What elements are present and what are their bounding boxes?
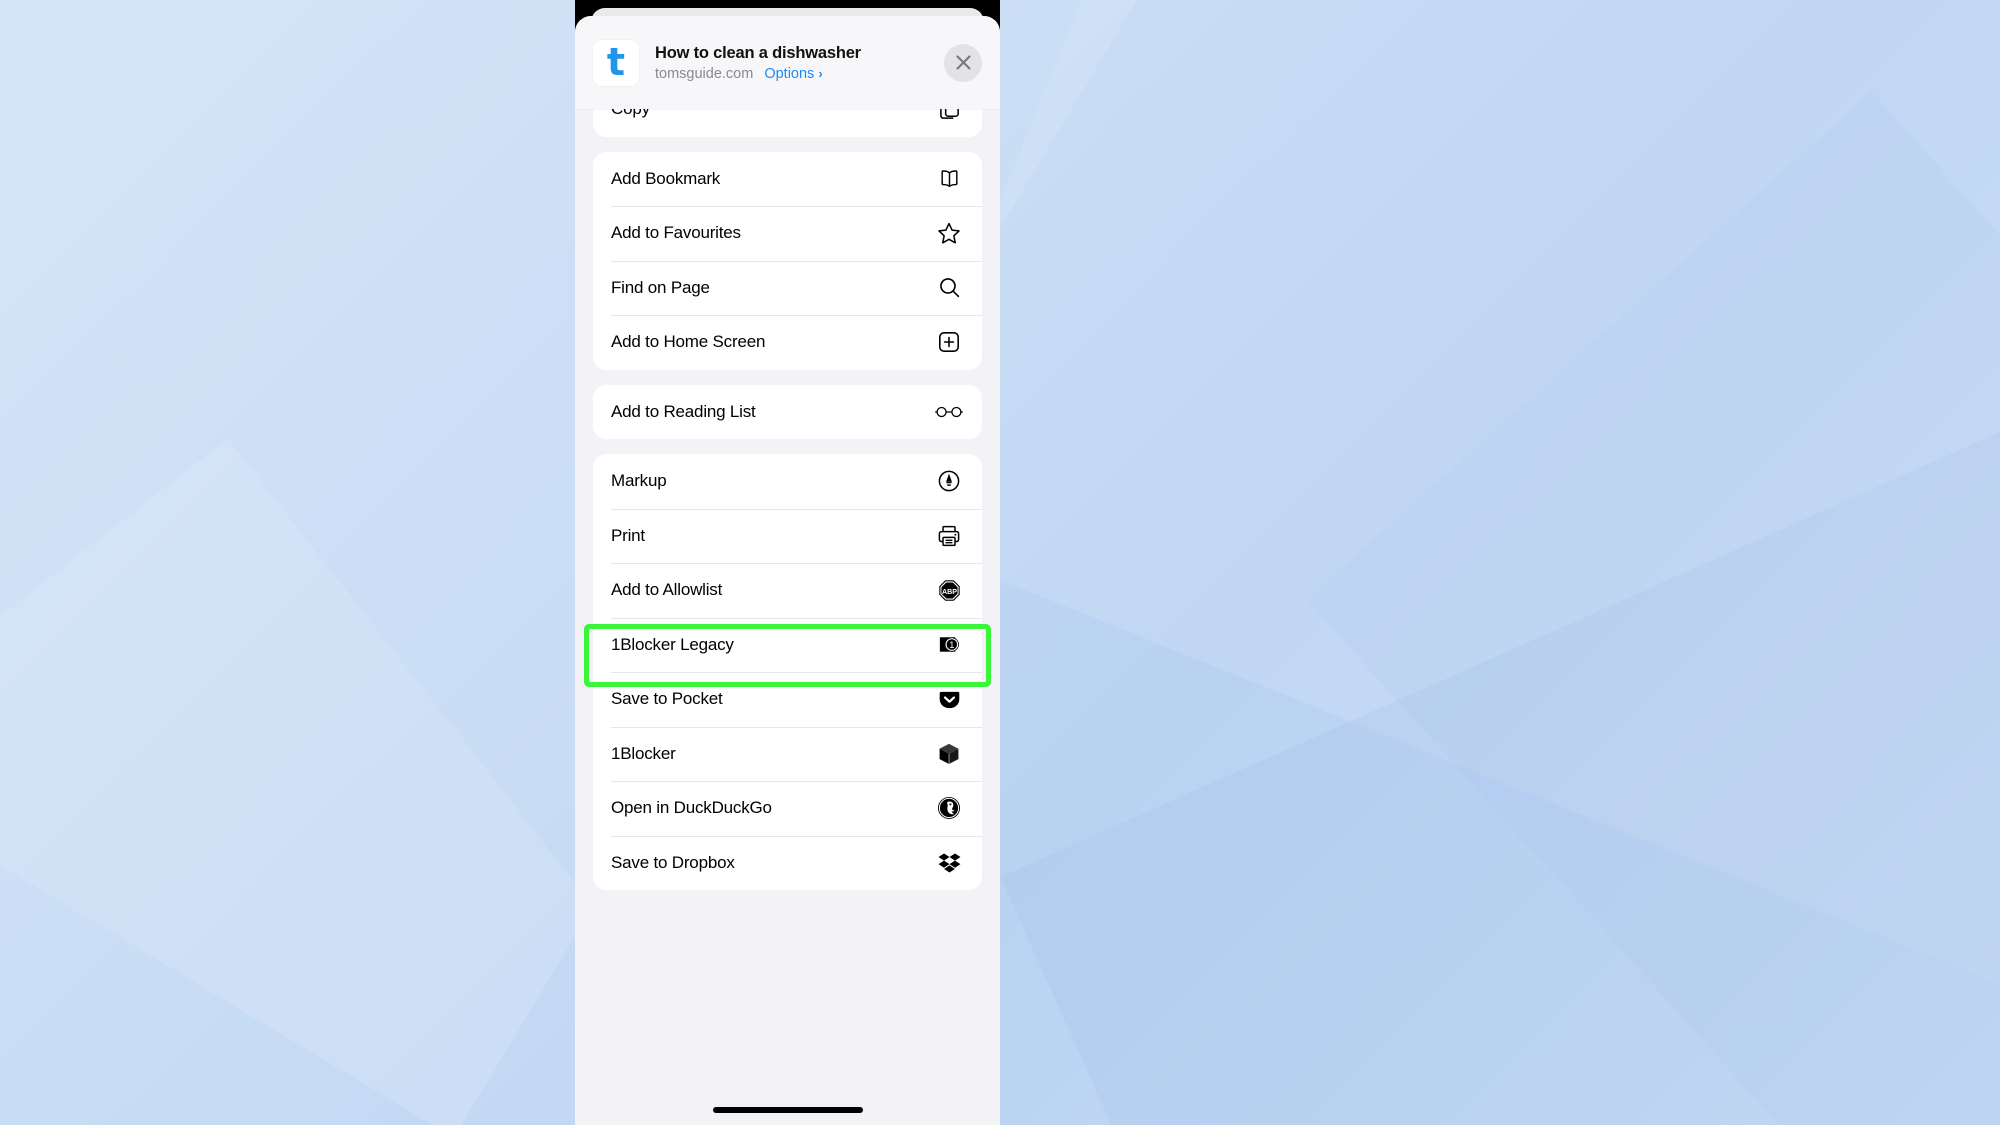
favicon-letter: t [606, 39, 626, 84]
search-icon [934, 273, 964, 303]
list-item-label: Save to Pocket [611, 689, 723, 709]
list-item-label: Add to Favourites [611, 223, 741, 243]
list-item-1blocker-legacy[interactable]: 1Blocker Legacy 1 [593, 617, 982, 673]
list-item-label: 1Blocker Legacy [611, 634, 734, 654]
duckduckgo-icon [934, 793, 964, 823]
close-icon [955, 54, 972, 71]
list-item-label: Add Bookmark [611, 168, 721, 188]
list-item-label: Open in DuckDuckGo [611, 798, 772, 818]
list-item-save-to-pocket[interactable]: Save to Pocket [593, 672, 982, 727]
share-sheet-header-text: How to clean a dishwasher tomsguide.com … [655, 44, 944, 82]
share-sheet-header: t How to clean a dishwasher tomsguide.co… [575, 16, 1000, 109]
options-link[interactable]: Options › [764, 66, 822, 82]
list-item-label: Save to Dropbox [611, 852, 735, 872]
list-item-save-to-dropbox[interactable]: Save to Dropbox [593, 835, 982, 891]
chevron-right-icon: › [818, 66, 823, 81]
book-icon [934, 164, 964, 194]
share-sheet-list[interactable]: Copy Add Bookmark [575, 16, 1000, 1125]
star-icon [934, 218, 964, 248]
abp-icon: ABP [934, 575, 964, 605]
list-item-add-bookmark[interactable]: Add Bookmark [593, 152, 982, 207]
home-indicator [712, 1107, 863, 1113]
list-item-add-to-home-screen[interactable]: Add to Home Screen [593, 315, 982, 370]
list-item-label: 1Blocker [611, 743, 676, 763]
list-item-label: Markup [611, 471, 667, 491]
desktop-wallpaper [0, 0, 2000, 1125]
plus-square-icon [934, 327, 964, 357]
site-domain: tomsguide.com [655, 65, 754, 82]
list-group-reading-list: Add to Reading List [593, 384, 982, 440]
list-item-add-to-reading-list[interactable]: Add to Reading List [593, 385, 982, 440]
markup-pen-icon [934, 466, 964, 496]
pocket-icon [934, 684, 964, 714]
dropbox-icon [934, 848, 964, 878]
svg-text:1: 1 [949, 640, 954, 650]
site-favicon: t [593, 39, 639, 86]
list-group-bookmarks: Add Bookmark Add to Favourites Find on P… [593, 151, 982, 370]
glasses-icon [934, 397, 964, 427]
svg-text:ABP: ABP [941, 588, 956, 596]
page-title: How to clean a dishwasher [655, 43, 861, 62]
list-item-label: Print [611, 525, 645, 545]
printer-icon [934, 521, 964, 551]
list-item-add-to-favourites[interactable]: Add to Favourites [593, 206, 982, 261]
list-item-print[interactable]: Print [593, 508, 982, 564]
list-item-find-on-page[interactable]: Find on Page [593, 260, 982, 316]
list-item-label: Find on Page [611, 277, 710, 297]
options-label: Options [764, 65, 815, 82]
phone-screen: t How to clean a dishwasher tomsguide.co… [575, 0, 1000, 1125]
list-item-open-in-duckduckgo[interactable]: Open in DuckDuckGo [593, 781, 982, 836]
list-item-label: Add to Allowlist [611, 580, 723, 600]
close-button[interactable] [944, 43, 982, 82]
oneblocker-legacy-icon: 1 [934, 630, 964, 660]
list-item-add-to-allowlist[interactable]: Add to Allowlist ABP [593, 563, 982, 618]
list-item-label: Add to Reading List [611, 401, 756, 421]
list-item-label: Add to Home Screen [611, 332, 766, 352]
page-subtitle: tomsguide.com Options › [655, 66, 944, 82]
oneblocker-cube-icon [934, 739, 964, 769]
list-item-markup[interactable]: Markup [593, 454, 982, 509]
list-item-1blocker[interactable]: 1Blocker [593, 726, 982, 782]
share-sheet: t How to clean a dishwasher tomsguide.co… [575, 16, 1000, 1125]
list-group-actions: Markup Print Add to Allowlist ABP 1Block… [593, 454, 982, 890]
